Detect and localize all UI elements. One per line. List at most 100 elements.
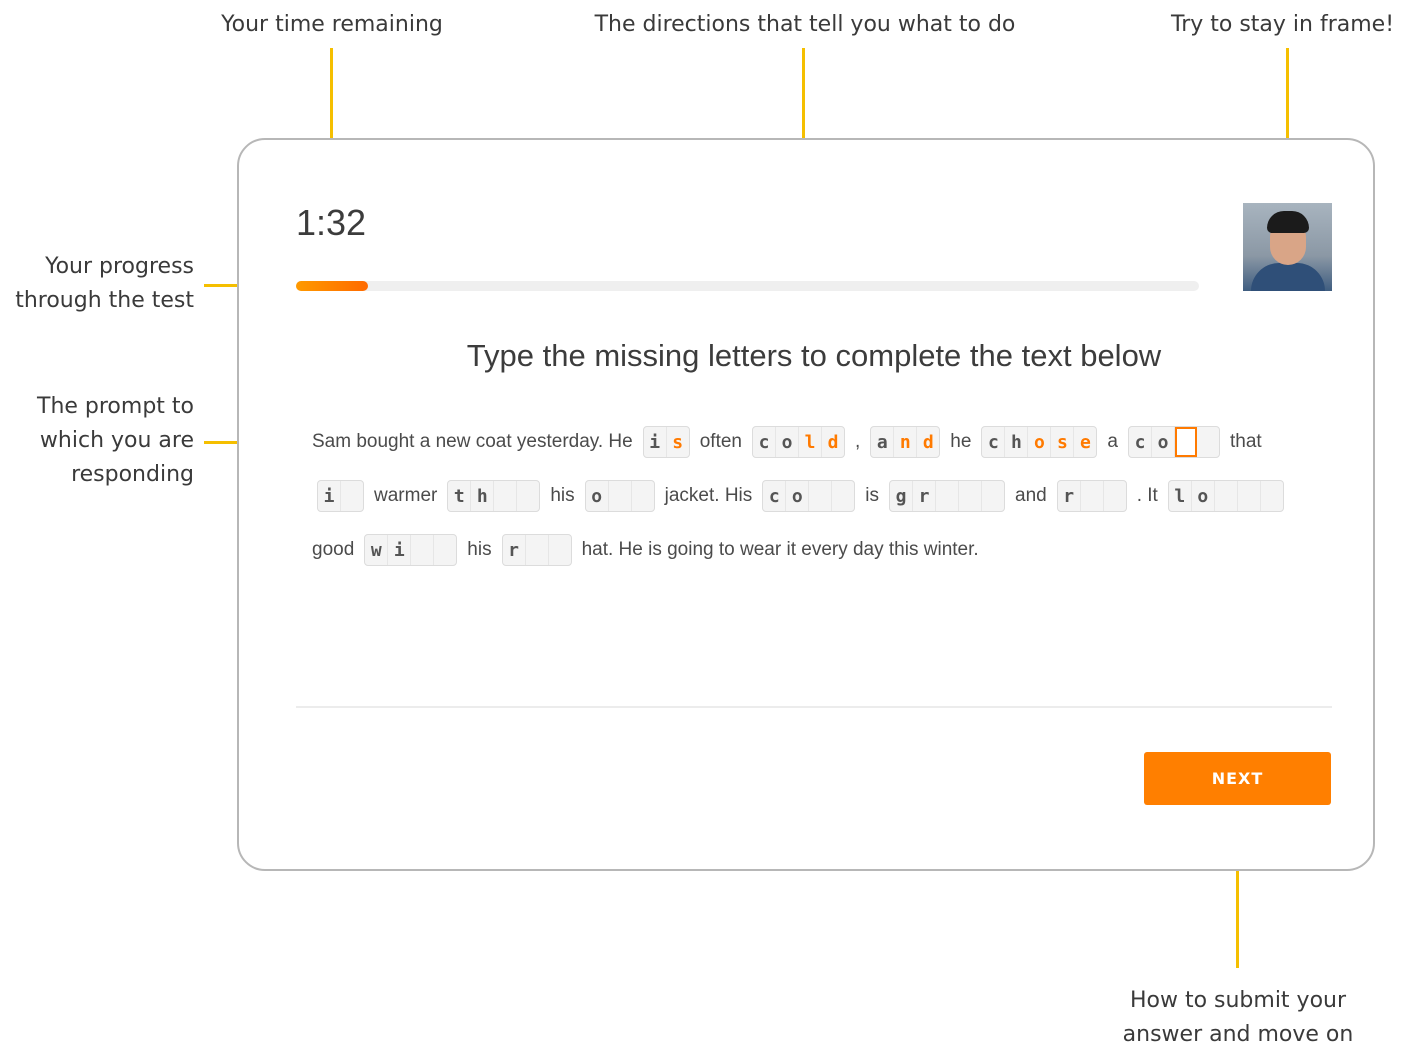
active-letter-input[interactable]: [1174, 427, 1197, 457]
letter-blank[interactable]: co: [1127, 426, 1220, 458]
prompt-word: a: [1107, 431, 1118, 452]
given-letter: i: [388, 535, 412, 565]
given-letter: a: [871, 427, 895, 457]
progress-bar: [296, 281, 1199, 291]
given-letter: g: [890, 481, 914, 511]
typed-letter[interactable]: d: [822, 427, 844, 457]
prompt-word: and: [1015, 485, 1047, 506]
typed-letter[interactable]: n: [894, 427, 918, 457]
directions-heading: Type the missing letters to complete the…: [466, 338, 1162, 373]
divider: [296, 706, 1332, 708]
empty-letter-input[interactable]: [1215, 481, 1238, 511]
given-letter: o: [1192, 481, 1215, 511]
progress-bar-fill: [296, 281, 369, 291]
annotation-prompt-line-3: responding: [71, 462, 194, 487]
annotation-submit-line-2: answer and move on: [1122, 1022, 1354, 1047]
typed-letter[interactable]: o: [1028, 427, 1052, 457]
annotation-prompt: The prompt to which you are responding: [0, 390, 194, 492]
given-letter: o: [586, 481, 609, 511]
prompt-line: good w i his r hat. He is going to wear it ev…: [312, 532, 1312, 568]
next-button[interactable]: NEXT: [1144, 752, 1331, 805]
letter-blank[interactable]: th: [447, 480, 541, 512]
empty-letter-input[interactable]: [832, 481, 854, 511]
typed-letter[interactable]: d: [917, 427, 939, 457]
letter-blank[interactable]: r: [1056, 480, 1127, 512]
typed-letter[interactable]: l: [799, 427, 822, 457]
annotation-progress-line-1: Your progress: [45, 254, 194, 279]
given-letter: r: [503, 535, 526, 565]
prompt-word: Sam bought a new coat yesterday. He: [312, 431, 633, 452]
prompt-line: Sam bought a new coat yesterday. He i s oft…: [312, 424, 1312, 460]
annotation-time-remaining: Your time remaining: [221, 12, 443, 37]
given-letter: o: [786, 481, 810, 511]
given-letter: w: [365, 535, 389, 565]
empty-letter-input[interactable]: [959, 481, 983, 511]
empty-letter-input[interactable]: [609, 481, 632, 511]
empty-letter-input[interactable]: [936, 481, 960, 511]
empty-letter-input[interactable]: [411, 535, 435, 565]
letter-blank[interactable]: cold: [751, 426, 845, 458]
given-letter: c: [1129, 427, 1152, 457]
empty-letter-input[interactable]: [526, 535, 549, 565]
prompt-text: Sam bought a new coat yesterday. He i s oft…: [312, 424, 1312, 586]
prompt-word: good: [312, 539, 355, 560]
given-letter: h: [1005, 427, 1029, 457]
given-letter: h: [471, 481, 495, 511]
prompt-word: jacket. His: [664, 485, 753, 506]
letter-blank[interactable]: lo: [1167, 480, 1284, 512]
annotation-progress-line-2: through the test: [15, 288, 194, 313]
annotation-submit-line-1: How to submit your: [1129, 988, 1347, 1013]
letter-blank[interactable]: r: [501, 534, 572, 566]
typed-letter[interactable]: e: [1074, 427, 1096, 457]
empty-letter-input[interactable]: [517, 481, 539, 511]
empty-letter-input[interactable]: [1197, 427, 1219, 457]
given-letter: i: [318, 481, 341, 511]
given-letter: l: [1169, 481, 1192, 511]
empty-letter-input[interactable]: [1104, 481, 1126, 511]
annotation-prompt-line-2: which you are: [39, 428, 194, 453]
letter-blank[interactable]: i: [317, 480, 364, 512]
given-letter: c: [763, 481, 787, 511]
empty-letter-input[interactable]: [1261, 481, 1283, 511]
empty-letter-input[interactable]: [1238, 481, 1261, 511]
prompt-word: warmer: [374, 485, 438, 506]
given-letter: c: [753, 427, 776, 457]
webcam-person-body: [1251, 263, 1325, 291]
annotation-progress: Your progress through the test: [0, 250, 194, 318]
given-letter: c: [982, 427, 1006, 457]
annotation-submit: How to submit your answer and move on: [1090, 984, 1386, 1052]
empty-letter-input[interactable]: [809, 481, 833, 511]
annotation-stay-in-frame: Try to stay in frame!: [1170, 12, 1395, 37]
letter-blank[interactable]: o: [584, 480, 655, 512]
given-letter: o: [1152, 427, 1175, 457]
empty-letter-input[interactable]: [341, 481, 363, 511]
empty-letter-input[interactable]: [549, 535, 571, 565]
webcam-person-hair: [1267, 211, 1309, 233]
letter-blank[interactable]: wi: [364, 534, 458, 566]
typed-letter[interactable]: s: [667, 427, 689, 457]
empty-letter-input[interactable]: [494, 481, 518, 511]
given-letter: o: [776, 427, 799, 457]
empty-letter-input[interactable]: [434, 535, 456, 565]
given-letter: i: [644, 427, 667, 457]
empty-letter-input[interactable]: [1081, 481, 1104, 511]
letter-blank[interactable]: gr: [889, 480, 1006, 512]
letter-blank[interactable]: chose: [981, 426, 1098, 458]
letter-blank[interactable]: is: [642, 426, 690, 458]
given-letter: r: [913, 481, 937, 511]
letter-blank[interactable]: co: [762, 480, 856, 512]
prompt-word: that: [1229, 431, 1262, 452]
annotation-directions: The directions that tell you what to do: [594, 12, 1016, 37]
given-letter: r: [1058, 481, 1081, 511]
empty-letter-input[interactable]: [632, 481, 654, 511]
empty-letter-input[interactable]: [982, 481, 1004, 511]
prompt-word: hat. He is going to wear it every day th…: [581, 539, 979, 560]
prompt-line: i warmer t h his o jacket. His c o is g r and r. It l o: [312, 478, 1312, 514]
letter-blank[interactable]: and: [870, 426, 941, 458]
annotation-prompt-line-1: The prompt to: [37, 394, 194, 419]
prompt-word: his: [467, 539, 492, 560]
prompt-word: his: [550, 485, 575, 506]
countdown-timer: 1:32: [296, 202, 367, 243]
prompt-word: is: [865, 485, 880, 506]
typed-letter[interactable]: s: [1051, 427, 1075, 457]
